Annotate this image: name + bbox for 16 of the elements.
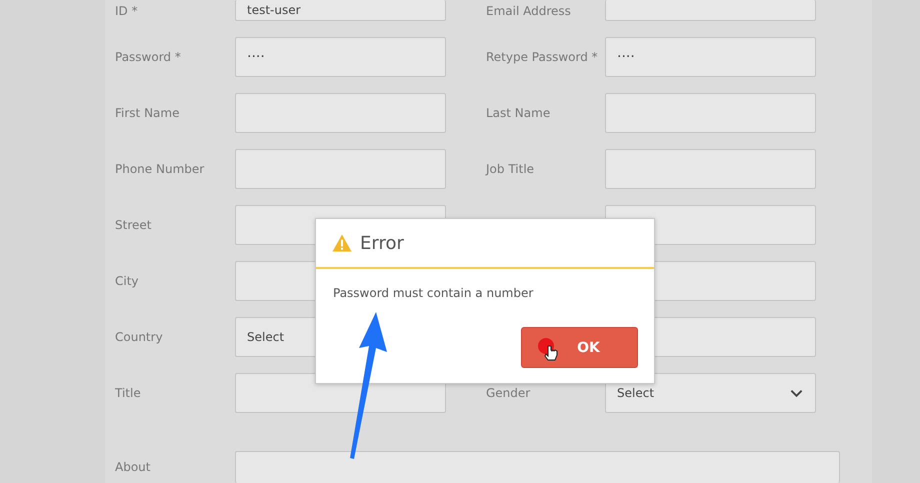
- field-label: First Name: [115, 106, 180, 120]
- field-label: Email Address: [486, 4, 572, 18]
- dialog-title: Error: [360, 232, 404, 254]
- field-label: Title: [115, 386, 142, 400]
- field-label: Phone Number: [115, 162, 206, 176]
- field-label: Job Title: [486, 162, 536, 176]
- field-label: Retype Password *: [486, 50, 599, 64]
- field-label: Country: [115, 330, 164, 344]
- field-label: Password *: [115, 50, 182, 64]
- field-label: ID *: [115, 4, 139, 18]
- field-label: City: [115, 274, 140, 288]
- field-label: Last Name: [486, 106, 552, 120]
- error-message: Password must contain a number: [332, 285, 534, 300]
- field-label: Gender: [486, 386, 532, 400]
- field-label: About: [115, 460, 152, 474]
- field-label: Street: [115, 218, 152, 232]
